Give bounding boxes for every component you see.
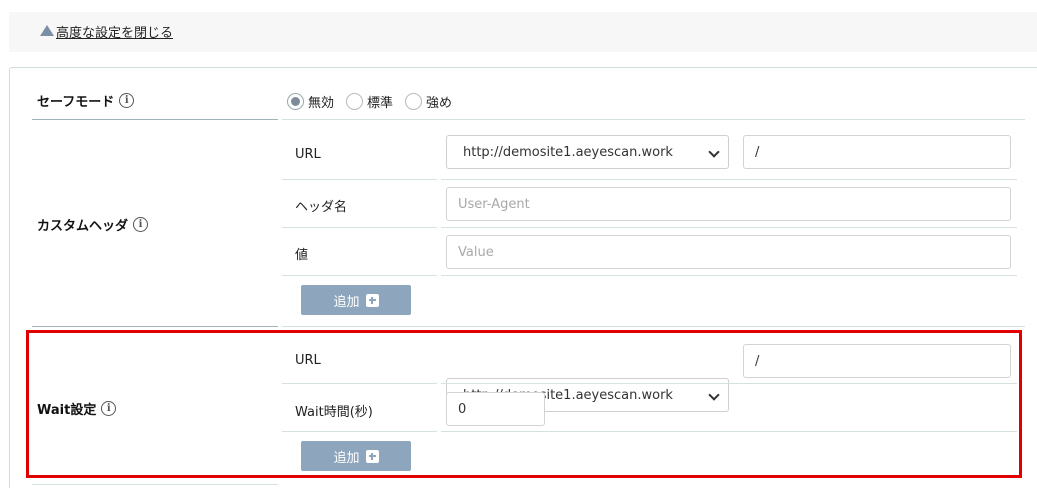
divider <box>282 326 1025 327</box>
divider <box>32 119 278 120</box>
divider <box>441 179 1017 180</box>
input-value: / <box>755 144 760 160</box>
header-name-input[interactable]: User-Agent <box>446 187 1011 221</box>
select-value: http://demosite1.aeyescan.work <box>463 144 673 160</box>
header-value-label: 値 <box>295 248 309 263</box>
info-icon[interactable]: i <box>119 93 135 108</box>
safe-mode-option-disabled[interactable]: 無効 <box>287 92 334 111</box>
close-advanced-settings-link[interactable]: 高度な設定を閉じる <box>56 22 173 41</box>
divider <box>32 326 278 327</box>
radio-unchecked-icon[interactable] <box>346 93 364 110</box>
custom-header-add-button[interactable]: 追加 <box>301 285 411 315</box>
header-value-input[interactable]: Value <box>446 235 1011 269</box>
custom-header-label-text: カスタムヘッダ <box>37 219 129 234</box>
divider <box>282 227 437 228</box>
divider <box>282 119 1025 120</box>
input-placeholder: Value <box>458 244 494 260</box>
radio-label: 強め <box>426 96 453 111</box>
add-button-label: 追加 <box>333 294 360 310</box>
custom-header-url-label: URL <box>295 147 321 162</box>
radio-label: 標準 <box>367 96 394 111</box>
safe-mode-label: セーフモード i <box>37 91 135 110</box>
divider <box>282 275 437 276</box>
triangle-up-icon <box>40 25 54 36</box>
custom-header-label: カスタムヘッダ i <box>37 215 149 234</box>
input-placeholder: User-Agent <box>458 196 530 212</box>
divider <box>282 179 437 180</box>
divider <box>441 227 1017 228</box>
plus-icon <box>365 293 379 307</box>
radio-label: 無効 <box>308 96 335 111</box>
radio-checked-icon[interactable] <box>287 93 304 110</box>
custom-header-url-select[interactable]: http://demosite1.aeyescan.work <box>446 135 729 169</box>
safe-mode-option-strong[interactable]: 強め <box>405 92 452 111</box>
chevron-down-icon <box>708 146 720 158</box>
safe-mode-label-text: セーフモード <box>37 95 115 110</box>
safe-mode-option-standard[interactable]: 標準 <box>346 92 393 111</box>
divider <box>441 275 1017 276</box>
radio-unchecked-icon[interactable] <box>405 93 423 110</box>
safe-mode-radio-group: 無効 標準 強め <box>287 92 464 111</box>
custom-header-path-input[interactable]: / <box>743 135 1011 169</box>
divider <box>32 484 278 485</box>
header-name-label: ヘッダ名 <box>295 200 348 215</box>
highlight-box <box>26 330 1022 478</box>
info-icon[interactable]: i <box>133 217 149 232</box>
